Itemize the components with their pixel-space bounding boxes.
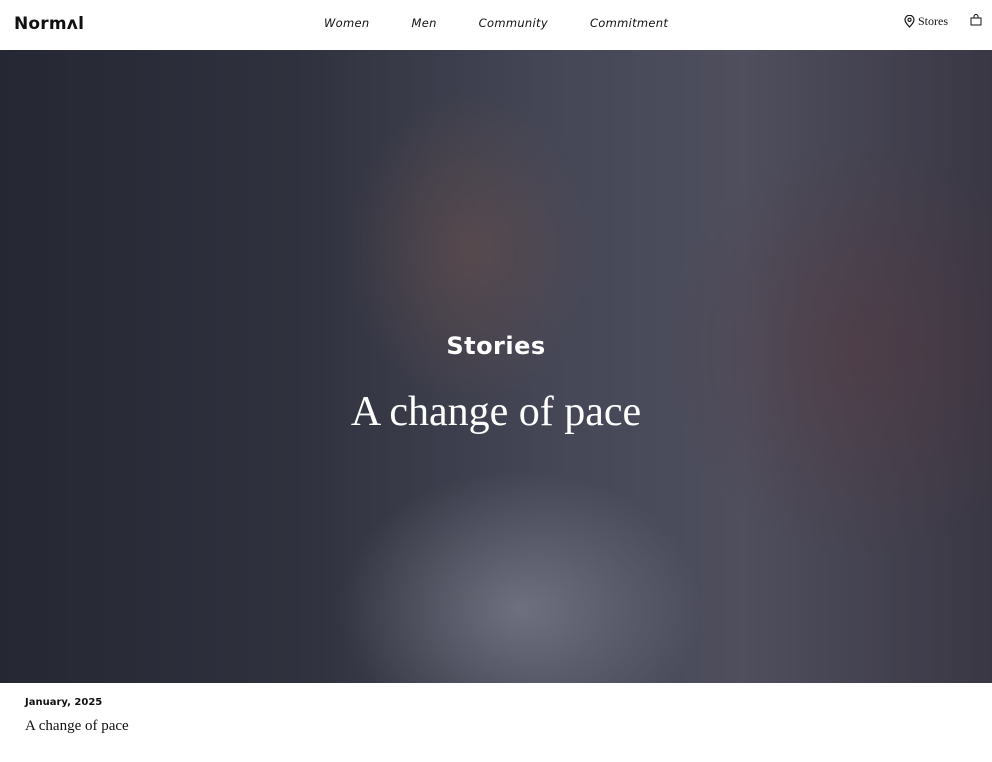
header-actions: Stores xyxy=(904,13,982,29)
main-nav: Women Men Community Commitment xyxy=(324,16,710,30)
article-date: January, 2025 xyxy=(25,697,103,708)
shopping-bag-icon[interactable] xyxy=(970,13,982,26)
nav-item-community[interactable]: Community xyxy=(479,16,548,30)
nav-item-women[interactable]: Women xyxy=(324,16,369,30)
location-pin-icon xyxy=(904,15,915,28)
stores-link[interactable]: Stores xyxy=(904,14,948,29)
stores-label: Stores xyxy=(918,14,948,28)
hero-kicker: Stories xyxy=(446,332,546,360)
nav-item-men[interactable]: Men xyxy=(411,16,436,30)
nav-item-commitment[interactable]: Commitment xyxy=(590,16,668,30)
hero-banner[interactable]: Stories A change of pace xyxy=(0,50,992,683)
brand-logo[interactable]: Normʌl xyxy=(14,14,84,34)
hero-image-overlay xyxy=(0,50,992,683)
article-title-link[interactable]: A change of pace xyxy=(25,718,129,735)
hero-title: A change of pace xyxy=(350,389,642,435)
site-header: Normʌl Women Men Community Commitment St… xyxy=(0,0,992,50)
